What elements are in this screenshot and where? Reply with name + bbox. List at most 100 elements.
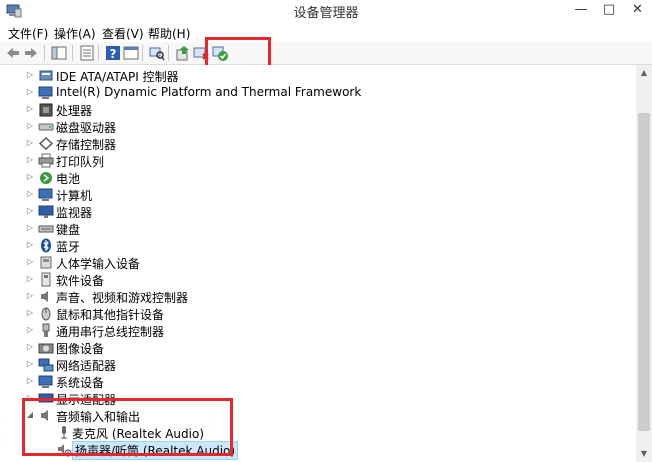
toolbar: ? — [0, 42, 652, 65]
expand-chevron-icon[interactable]: ▷ — [24, 68, 36, 82]
scroll-down-arrow-icon[interactable]: ▼ — [636, 446, 652, 462]
maximize-button[interactable]: □ — [595, 0, 623, 20]
expand-chevron-icon[interactable]: ▷ — [24, 153, 36, 167]
keyboard-icon — [38, 225, 54, 233]
menu-bar: 文件(F) 操作(A) 查看(V) 帮助(H) — [0, 22, 652, 43]
tree-row-label: 键盘 — [56, 223, 81, 237]
toolbar-separator — [44, 45, 45, 61]
expand-chevron-icon[interactable]: ▷ — [24, 238, 36, 252]
sound-icon — [41, 291, 48, 302]
camera-icon — [38, 343, 54, 354]
tree-row[interactable]: ▷ 监视器 — [0, 203, 636, 220]
tree-row[interactable]: ▷ 处理器 — [0, 101, 636, 118]
back-arrow-icon[interactable] — [4, 44, 22, 62]
tree-row-label: 声音、视频和游戏控制器 — [56, 291, 189, 305]
expand-chevron-icon[interactable]: ▷ — [24, 221, 36, 235]
tree-row[interactable]: ▷ 声音、视频和游戏控制器 — [0, 288, 636, 305]
tree-row-label: 图像设备 — [56, 342, 105, 356]
ide-controller-icon — [39, 70, 53, 81]
monitor-icon — [38, 205, 54, 218]
bluetooth-icon — [41, 238, 51, 253]
expand-chevron-icon[interactable]: ▷ — [24, 323, 36, 337]
menu-view[interactable]: 查看(V) — [102, 25, 144, 42]
menu-help[interactable]: 帮助(H) — [148, 25, 190, 42]
toolbar-separator — [72, 45, 73, 61]
update-driver-icon[interactable] — [174, 44, 192, 62]
intel-platform-icon — [38, 86, 53, 99]
show-hide-console-tree-icon[interactable] — [50, 44, 68, 62]
expand-chevron-icon[interactable]: ▷ — [24, 136, 36, 150]
toolbar-separator — [142, 45, 143, 61]
tree-row[interactable]: ▷ 存储控制器 — [0, 135, 636, 152]
scroll-up-arrow-icon[interactable]: ▲ — [636, 65, 652, 81]
tree-row[interactable]: ▷ 打印队列 — [0, 152, 636, 169]
expand-chevron-icon[interactable]: ▷ — [24, 255, 36, 269]
window-title: 设备管理器 — [293, 6, 359, 21]
scan-hardware-icon[interactable] — [148, 44, 166, 62]
expand-chevron-icon[interactable]: ▷ — [24, 119, 36, 133]
tree-row-label: 处理器 — [56, 104, 93, 118]
processor-icon — [39, 103, 53, 117]
expand-chevron-icon[interactable]: ▷ — [24, 272, 36, 286]
tree-row[interactable]: ▷ 键盘 — [0, 220, 636, 237]
tree-row[interactable]: ▷ 人体学输入设备 — [0, 254, 636, 271]
menu-file[interactable]: 文件(F) — [8, 25, 48, 42]
mouse-icon — [41, 307, 51, 321]
expand-chevron-icon[interactable]: ▷ — [24, 340, 36, 354]
title-bar: 设备管理器 — □ ✕ — [0, 0, 652, 23]
tree-row[interactable]: ▷ 计算机 — [0, 186, 636, 203]
tree-row-label: 网络适配器 — [56, 359, 117, 373]
device-manager-window: 设备管理器 — □ ✕ 文件(F) 操作(A) 查看(V) 帮助(H) ? ▷ … — [0, 0, 652, 462]
tree-row-label: Intel(R) Dynamic Platform and Thermal Fr… — [56, 85, 362, 99]
scroll-thumb[interactable] — [638, 113, 650, 431]
expand-chevron-icon[interactable]: ▷ — [24, 306, 36, 320]
properties-icon[interactable] — [78, 44, 96, 62]
tree-row[interactable]: ▷ 图像设备 — [0, 339, 636, 356]
tree-row[interactable]: ▷ 软件设备 — [0, 271, 636, 288]
expand-chevron-icon[interactable]: ▷ — [24, 289, 36, 303]
menu-action[interactable]: 操作(A) — [54, 25, 96, 42]
network-adapter-icon — [38, 358, 54, 372]
tree-row[interactable]: ▷ 系统设备 — [0, 373, 636, 390]
help-icon[interactable]: ? — [104, 44, 122, 62]
battery-icon — [40, 172, 52, 184]
tree-row-label: 系统设备 — [56, 376, 105, 390]
expand-chevron-icon[interactable]: ▷ — [24, 374, 36, 388]
hid-icon — [40, 256, 52, 269]
disk-drive-icon — [38, 123, 54, 131]
tree-row-label: 通用串行总线控制器 — [56, 325, 165, 339]
forward-arrow-icon[interactable] — [22, 44, 40, 62]
tree-row[interactable]: ▷ 鼠标和其他指针设备 — [0, 305, 636, 322]
tree-row[interactable]: ▷ 磁盘驱动器 — [0, 118, 636, 135]
usb-icon — [42, 323, 50, 337]
tree-row[interactable]: ▷ 通用串行总线控制器 — [0, 322, 636, 339]
tree-row[interactable]: ▷ Intel(R) Dynamic Platform and Thermal … — [0, 84, 636, 101]
highlight-box-audio — [22, 398, 233, 456]
tree-row[interactable]: ▷ 蓝牙 — [0, 237, 636, 254]
expand-chevron-icon[interactable]: ▷ — [24, 357, 36, 371]
close-button[interactable]: ✕ — [623, 0, 652, 20]
tree-row-label: 电池 — [56, 172, 81, 186]
tree-row-label: 计算机 — [56, 189, 93, 203]
tree-row[interactable]: ▷ 电池 — [0, 169, 636, 186]
expand-chevron-icon[interactable]: ▷ — [24, 170, 36, 184]
tree-row[interactable]: ▷ 网络适配器 — [0, 356, 636, 373]
expand-chevron-icon[interactable]: ▷ — [24, 85, 36, 99]
printer-icon — [38, 153, 54, 168]
tree-row-label: 蓝牙 — [56, 240, 81, 254]
tree-row[interactable]: ▷ IDE ATA/ATAPI 控制器 — [0, 67, 636, 84]
software-device-icon — [41, 272, 51, 287]
toolbar-separator — [168, 45, 169, 61]
minimize-button[interactable]: — — [567, 0, 595, 20]
action-pane-icon[interactable] — [122, 44, 140, 62]
vertical-scrollbar[interactable]: ▲ ▼ — [636, 65, 652, 462]
tree-row-label: 软件设备 — [56, 274, 105, 288]
expand-chevron-icon[interactable]: ▷ — [24, 102, 36, 116]
tree-row-label: 鼠标和其他指针设备 — [56, 308, 165, 322]
expand-chevron-icon[interactable]: ▷ — [24, 187, 36, 201]
system-device-icon — [38, 375, 53, 388]
tree-row-label: 存储控制器 — [56, 138, 117, 152]
expand-chevron-icon[interactable]: ▷ — [24, 204, 36, 218]
tree-row-label: IDE ATA/ATAPI 控制器 — [56, 70, 179, 84]
toolbar-separator — [98, 45, 99, 61]
